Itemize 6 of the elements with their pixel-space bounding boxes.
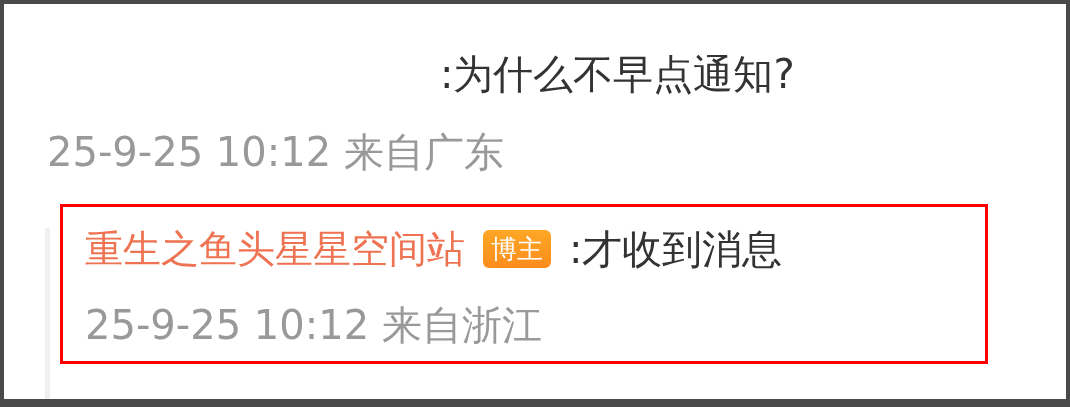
author-name[interactable]: 重生之鱼头星星空间站 <box>85 223 465 275</box>
reply-text: :才收到消息 <box>569 224 783 274</box>
blogger-badge: 博主 <box>483 230 551 268</box>
comment-timestamp: 25-9-25 10:12 来自广东 <box>47 128 504 177</box>
reply-timestamp: 25-9-25 10:12 来自浙江 <box>85 301 542 350</box>
comment-text: :为什么不早点通知? <box>440 50 795 99</box>
